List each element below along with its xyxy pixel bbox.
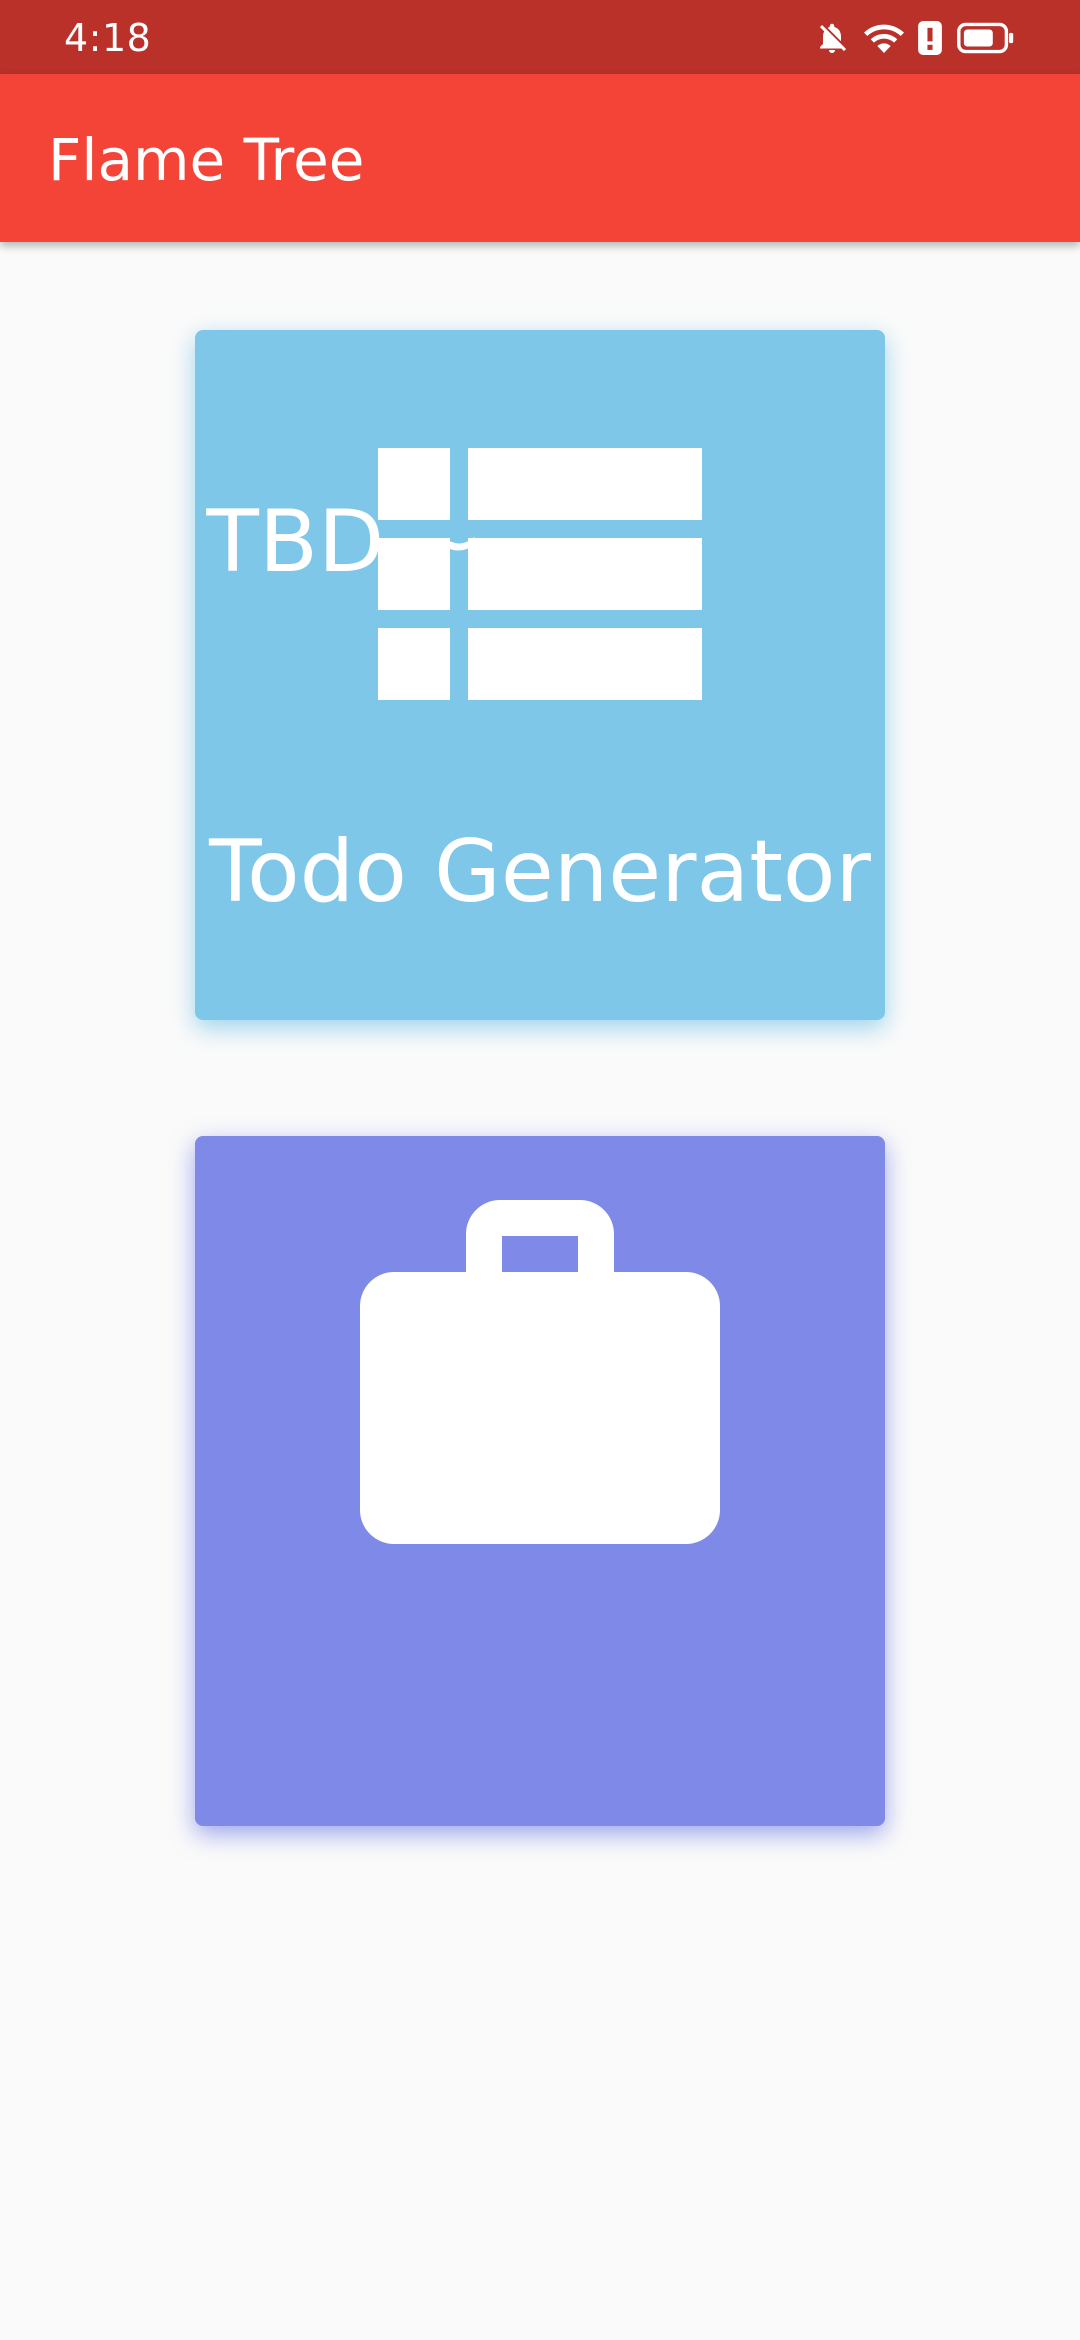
battery-icon	[956, 21, 1016, 55]
status-bar: 4:18	[0, 0, 1080, 74]
app-title: Flame Tree	[48, 126, 365, 194]
app-bar: Flame Tree	[0, 74, 1080, 242]
tbd-label: TBD ~	[206, 492, 484, 592]
status-time: 4:18	[64, 16, 152, 60]
status-icons	[814, 18, 1016, 58]
alert-icon	[918, 21, 942, 55]
tbd-card[interactable]: TBD ~	[195, 492, 885, 1826]
wifi-icon	[864, 21, 904, 55]
todo-generator-card[interactable]: Todo Generator	[195, 330, 885, 1020]
briefcase-icon	[195, 1200, 885, 1544]
bell-off-icon	[814, 20, 850, 56]
todo-generator-label: Todo Generator	[209, 822, 871, 922]
